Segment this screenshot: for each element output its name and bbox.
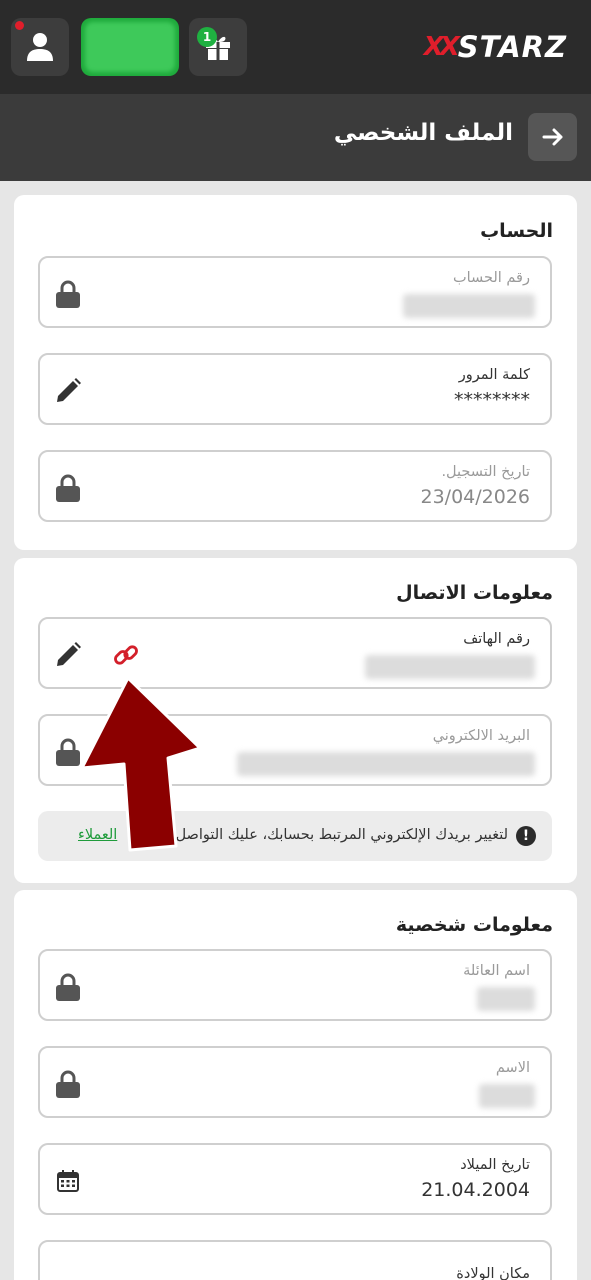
account-number-field[interactable]: رقم الحساب <box>38 256 552 328</box>
logo-text: STARZ <box>457 30 567 64</box>
contact-section-title: معلومات الاتصال <box>396 582 553 604</box>
account-section-title: الحساب <box>480 220 553 242</box>
family-name-value <box>477 987 535 1011</box>
top-bar: 1 XX STARZ <box>0 0 591 94</box>
edit-pencil-icon[interactable] <box>54 641 82 669</box>
family-name-label: اسم العائلة <box>463 963 530 979</box>
password-label: كلمة المرور <box>458 367 530 383</box>
birth-date-label: تاريخ الميلاد <box>460 1157 530 1173</box>
password-field[interactable]: كلمة المرور ******** <box>38 353 552 425</box>
gift-count-badge: 1 <box>197 27 217 47</box>
page-title: الملف الشخصي <box>333 120 513 146</box>
registration-date-label: تاريخ التسجيل. <box>441 464 530 480</box>
birth-date-value: 21.04.2004 <box>421 1179 530 1201</box>
notification-dot <box>15 21 24 30</box>
balance-button[interactable] <box>81 18 179 76</box>
page-header: الملف الشخصي <box>0 94 591 181</box>
account-number-label: رقم الحساب <box>452 270 530 286</box>
info-icon: ! <box>516 826 536 846</box>
arrow-right-icon <box>542 128 562 146</box>
birth-date-field[interactable]: تاريخ الميلاد 21.04.2004 <box>38 1143 552 1215</box>
calendar-icon[interactable] <box>54 1167 82 1195</box>
first-name-value <box>479 1084 535 1108</box>
personal-card: معلومات شخصية اسم العائلة الاسم تاريخ ال… <box>14 890 577 1280</box>
first-name-field[interactable]: الاسم <box>38 1046 552 1118</box>
registration-date-field[interactable]: تاريخ التسجيل. 23/04/2026 <box>38 450 552 522</box>
first-name-label: الاسم <box>495 1060 530 1076</box>
birth-place-field[interactable]: مكان الولادة <box>38 1240 552 1280</box>
lock-icon <box>54 474 82 502</box>
registration-date-value: 23/04/2026 <box>420 486 530 508</box>
user-icon <box>27 33 53 61</box>
family-name-field[interactable]: اسم العائلة <box>38 949 552 1021</box>
phone-label: رقم الهاتف <box>463 631 530 647</box>
account-number-value <box>403 294 535 318</box>
lock-icon <box>54 1070 82 1098</box>
balance-blurred <box>85 22 175 72</box>
annotation-arrow <box>80 676 202 852</box>
gift-button[interactable] <box>189 18 247 76</box>
password-value: ******** <box>454 389 530 411</box>
phone-value <box>365 655 535 679</box>
birth-place-label: مكان الولادة <box>456 1266 530 1280</box>
edit-pencil-icon[interactable] <box>54 377 82 405</box>
personal-section-title: معلومات شخصية <box>395 914 553 936</box>
email-label: البريد الالكتروني <box>432 728 530 744</box>
lock-icon <box>54 280 82 308</box>
back-button[interactable] <box>528 113 577 161</box>
notice-text: لتغيير بريدك الإلكتروني المرتبط بحسابك، … <box>175 827 508 843</box>
email-value <box>237 752 535 776</box>
lock-icon <box>54 973 82 1001</box>
logo-mark: XX <box>423 32 460 62</box>
account-card: الحساب رقم الحساب كلمة المرور ******** ت… <box>14 195 577 550</box>
link-icon[interactable] <box>112 641 140 669</box>
logo[interactable]: XX STARZ <box>424 30 567 64</box>
